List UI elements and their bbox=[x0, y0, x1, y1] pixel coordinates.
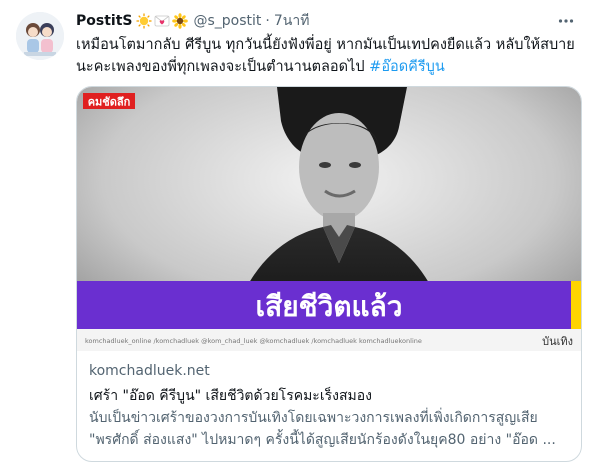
sunflower-icon bbox=[172, 13, 189, 29]
card-description-line: นับเป็นข่าวเศร้าของวงการบันเทิงโดยเฉพาะว… bbox=[89, 410, 538, 426]
tweet-text-line: เหมือนโตมากลับ ศีรีบูน ทุกวันนี้ยังฟังพี… bbox=[76, 37, 575, 53]
heart-letter-icon bbox=[155, 15, 170, 27]
sun-icon bbox=[136, 13, 152, 29]
category-label: บันเทิง bbox=[542, 335, 573, 348]
card-domain: komchadluek.net bbox=[89, 363, 210, 379]
tweet-text-part: นะคะเพลงของพี่ทุกเพลงจะเป็นตำนานตลอดไป bbox=[76, 59, 370, 75]
card-image[interactable]: คมชัดลึก เสียชีวิตแล้ว komchadluek_onlin… bbox=[77, 87, 581, 351]
timestamp[interactable]: 7นาที bbox=[274, 10, 310, 32]
more-button[interactable] bbox=[553, 8, 579, 34]
separator-dot: · bbox=[265, 13, 270, 29]
more-horizontal-icon bbox=[558, 19, 574, 23]
tweet-header: PostitS @s_postit · 7นาที bbox=[76, 10, 309, 32]
card-description: นับเป็นข่าวเศร้าของวงการบันเทิงโดยเฉพาะว… bbox=[89, 407, 571, 451]
link-card[interactable]: คมชัดลึก เสียชีวิตแล้ว komchadluek_onlin… bbox=[76, 86, 582, 462]
banner-accent bbox=[571, 281, 581, 329]
social-strip-text: komchadluek_online /komchadluek @kom_cha… bbox=[85, 337, 422, 345]
avatar-illustration bbox=[16, 12, 64, 60]
avatar[interactable] bbox=[16, 12, 64, 60]
card-description-line: "พรศักดิ์ ส่องแสง" ไปหมาดๆ ครั้งนี้ได้สู… bbox=[89, 432, 556, 448]
card-title: เศร้า "อ๊อด คีรีบูน" เสียชีวิตด้วยโรคมะเ… bbox=[89, 388, 372, 404]
display-name[interactable]: PostitS bbox=[76, 13, 132, 29]
tweet[interactable]: PostitS @s_postit · 7นาที เหมือนโตมากลับ… bbox=[0, 0, 593, 468]
handle[interactable]: @s_postit bbox=[193, 13, 261, 29]
banner-headline: เสียชีวิตแล้ว bbox=[256, 290, 403, 323]
tweet-text-line: นะคะเพลงของพี่ทุกเพลงจะเป็นตำนานตลอดไป #… bbox=[76, 56, 576, 78]
tweet-text: เหมือนโตมากลับ ศีรีบูน ทุกวันนี้ยังฟังพี… bbox=[76, 34, 576, 78]
logo-text: คมชัดลึก bbox=[88, 96, 131, 109]
hashtag-link[interactable]: #อ๊อดคีรีบูน bbox=[369, 59, 445, 75]
